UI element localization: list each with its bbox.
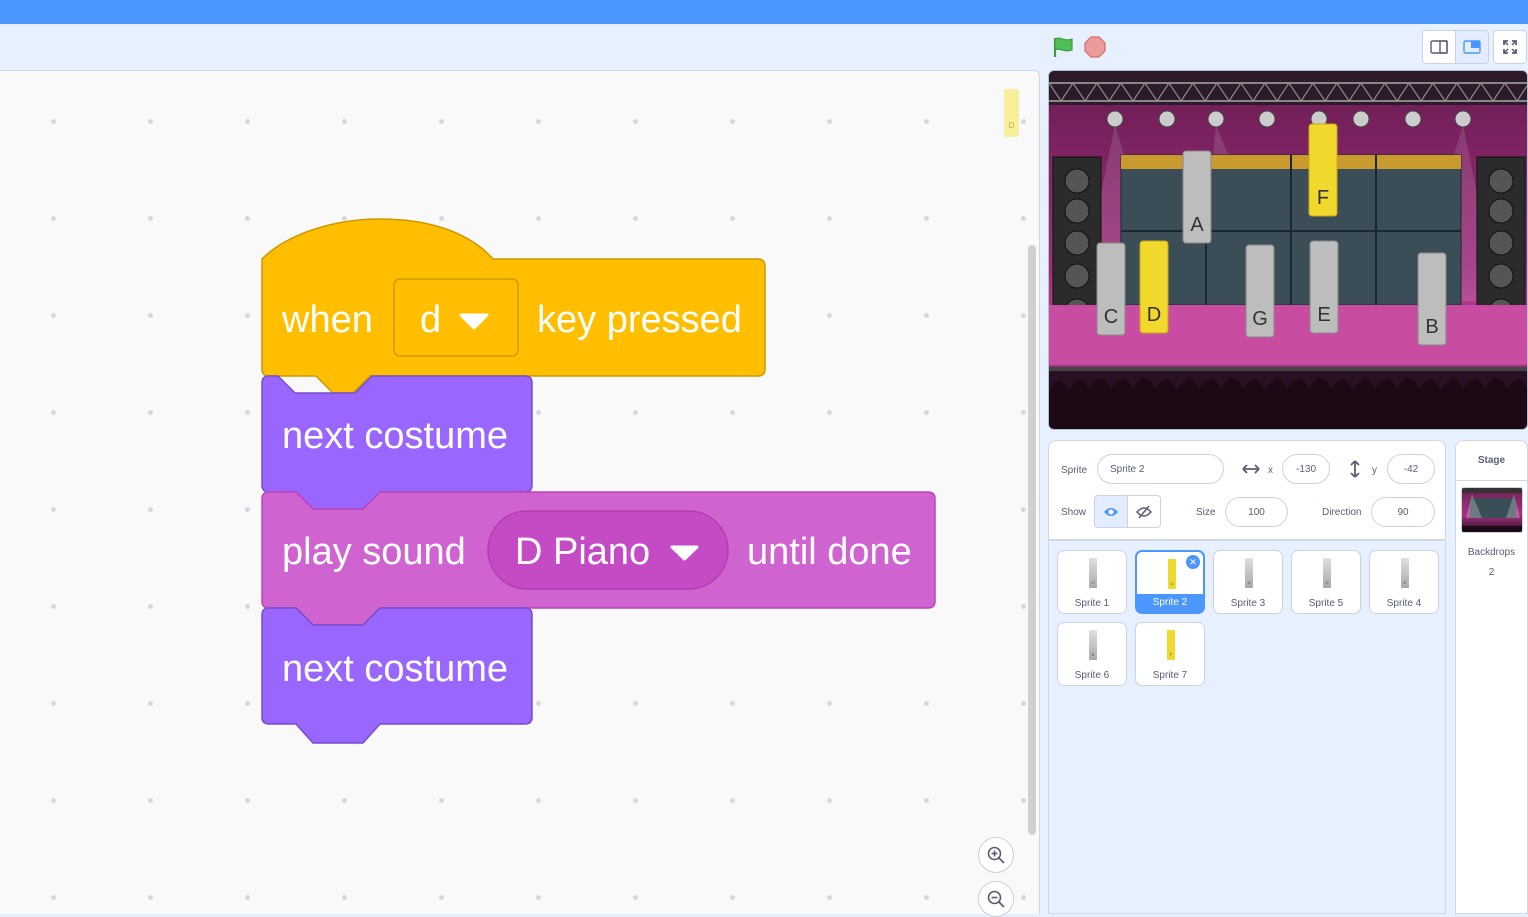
stage-target-pane[interactable]: Stage Backdrops 2 (1455, 440, 1528, 914)
size-label: Size (1196, 507, 1216, 518)
small-stage-icon (1430, 40, 1448, 54)
sprite-tile-name: Sprite 3 (1230, 598, 1266, 609)
sprite-tile[interactable]: B Sprite 6 (1057, 622, 1127, 686)
sprite-minimap: D (1004, 89, 1019, 137)
zoom-out-button[interactable] (978, 881, 1014, 917)
sprite-tile-name: Sprite 1 (1074, 598, 1110, 609)
fullscreen-button[interactable] (1493, 30, 1527, 64)
y-label: y (1372, 465, 1377, 476)
sprite-thumbnail: B (1089, 630, 1097, 660)
sprite-name-input[interactable] (1097, 454, 1224, 484)
green-flag-icon (1053, 37, 1073, 57)
stop-button[interactable] (1082, 34, 1108, 60)
direction-label: Direction (1322, 507, 1362, 518)
next-costume-block[interactable]: next costume (261, 607, 533, 744)
x-label: x (1268, 465, 1273, 476)
play-sound-label: play sound (282, 531, 466, 573)
vertical-scrollbar[interactable] (1028, 245, 1036, 835)
sprite-thumbnail: C (1089, 558, 1097, 588)
horizontal-arrows-icon (1242, 464, 1260, 474)
sprite-thumbnail: G (1323, 558, 1331, 588)
sprite-info-panel: Sprite x -130 y -42 Show Size 100 Direct… (1048, 440, 1446, 540)
show-label: Show (1061, 507, 1087, 518)
backdrops-count: 2 (1488, 567, 1495, 578)
direction-input[interactable]: 90 (1371, 497, 1435, 527)
sprite-tile[interactable]: F Sprite 7 (1135, 622, 1205, 686)
sound-dropdown[interactable]: D Piano (487, 510, 729, 590)
piano-key-e[interactable]: E (1309, 240, 1339, 334)
sprite-tile-name: Sprite 5 (1308, 598, 1344, 609)
sprite-name-label: Sprite (1061, 465, 1088, 476)
sprite-tile[interactable]: G Sprite 5 (1291, 550, 1361, 614)
green-flag-button[interactable] (1050, 34, 1076, 60)
sprite-tile[interactable]: D ✕ Sprite 2 (1135, 550, 1205, 614)
zoom-out-icon (987, 890, 1005, 908)
hide-sprite-button[interactable] (1127, 495, 1161, 528)
sprite-tile-name: Sprite 4 (1386, 598, 1422, 609)
script-stack[interactable]: when d key pressed next costume play sou… (0, 71, 1040, 914)
small-stage-button[interactable] (1422, 30, 1456, 64)
key-pressed-label: key pressed (537, 299, 742, 341)
sprite-tile[interactable]: E Sprite 4 (1369, 550, 1439, 614)
when-key-pressed-block[interactable]: when d key pressed (261, 218, 766, 394)
sprite-tile-name: Sprite 7 (1152, 670, 1188, 681)
sprite-thumbnail: F (1167, 630, 1175, 660)
svg-text:E: E (1317, 304, 1330, 326)
next-costume-label: next costume (282, 415, 508, 457)
sprite-tile-name: Sprite 2 (1137, 594, 1203, 612)
backdrop-thumbnail-image (1462, 488, 1522, 532)
svg-text:B: B (1425, 316, 1438, 338)
normal-stage-icon (1463, 40, 1481, 54)
piano-key-f[interactable]: F (1308, 123, 1338, 217)
stop-sign-icon (1084, 36, 1106, 58)
backdrop-thumbnail[interactable] (1461, 487, 1523, 533)
backdrops-label: Backdrops (1467, 547, 1516, 558)
key-dropdown-value: d (420, 299, 441, 341)
y-position-input[interactable]: -42 (1387, 454, 1435, 484)
sprite-tile[interactable]: C Sprite 1 (1057, 550, 1127, 614)
sprite-thumbnail: A (1245, 558, 1253, 588)
next-costume-label: next costume (282, 648, 508, 690)
menu-bar (0, 0, 1528, 24)
sprite-tile[interactable]: A Sprite 3 (1213, 550, 1283, 614)
next-costume-block[interactable]: next costume (261, 375, 533, 510)
code-workspace[interactable]: when d key pressed next costume play sou… (0, 70, 1040, 914)
piano-key-a[interactable]: A (1182, 150, 1212, 244)
eye-icon (1104, 507, 1118, 516)
sprite-thumbnail: E (1401, 558, 1409, 588)
workspace-header (0, 24, 1040, 70)
piano-key-g[interactable]: G (1245, 244, 1275, 338)
sound-dropdown-value: D Piano (515, 531, 650, 573)
vertical-arrows-icon (1350, 460, 1360, 478)
normal-stage-button[interactable] (1455, 30, 1489, 64)
svg-text:C: C (1104, 306, 1118, 328)
piano-key-c[interactable]: C (1096, 242, 1126, 336)
stage-canvas[interactable]: C D A G F E B (1048, 70, 1528, 430)
x-position-input[interactable]: -130 (1282, 454, 1330, 484)
svg-text:D: D (1147, 304, 1161, 326)
sprite-tile-name: Sprite 6 (1074, 670, 1110, 681)
zoom-in-icon (987, 846, 1005, 864)
piano-key-d[interactable]: D (1139, 240, 1169, 334)
key-dropdown[interactable]: d (393, 278, 519, 357)
until-done-label: until done (747, 531, 912, 573)
play-sound-until-done-block[interactable]: play sound D Piano until done (261, 491, 936, 626)
fullscreen-icon (1503, 40, 1517, 54)
eye-slash-icon (1136, 505, 1152, 518)
stage-pane-title: Stage (1456, 441, 1527, 481)
svg-text:G: G (1252, 308, 1268, 330)
when-label: when (281, 299, 373, 341)
piano-key-b[interactable]: B (1417, 252, 1447, 346)
svg-text:A: A (1190, 214, 1204, 236)
show-sprite-button[interactable] (1094, 495, 1128, 528)
sprite-thumbnail: D (1168, 559, 1176, 589)
size-input[interactable]: 100 (1225, 497, 1288, 527)
stage-backdrop: C D A G F E B (1049, 71, 1527, 429)
zoom-in-button[interactable] (978, 837, 1014, 873)
delete-sprite-button[interactable]: ✕ (1186, 555, 1200, 569)
sprite-list: C Sprite 1 D ✕ Sprite 2 A Sprite 3 G Spr… (1048, 540, 1446, 914)
minimap-label: D (1008, 121, 1015, 130)
close-icon: ✕ (1189, 557, 1197, 567)
svg-text:F: F (1317, 187, 1329, 209)
